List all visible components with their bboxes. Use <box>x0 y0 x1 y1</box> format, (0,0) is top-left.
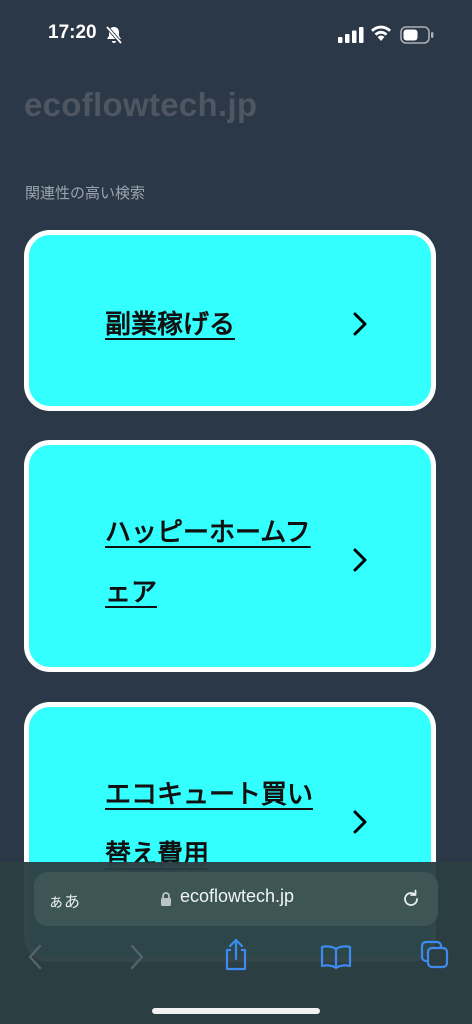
site-title: ecoflowtech.jp <box>24 86 258 123</box>
tabs-icon[interactable] <box>420 940 450 970</box>
battery-icon <box>400 26 434 44</box>
search-result-card[interactable]: ハッピーホームフ ェア <box>24 440 436 672</box>
forward-icon[interactable] <box>128 942 146 972</box>
bookmarks-icon[interactable] <box>320 944 352 970</box>
chevron-right-icon <box>353 548 367 572</box>
lock-icon <box>161 892 171 906</box>
address-bar[interactable]: ぁあ ecoflowtech.jp <box>34 872 438 926</box>
section-label: 関連性の高い検索 <box>25 184 146 202</box>
status-time: 17:20 <box>48 22 97 43</box>
reload-icon[interactable] <box>400 888 422 910</box>
home-indicator <box>152 1008 320 1014</box>
status-bar: 17:20 <box>0 0 472 70</box>
card-link-text[interactable]: ハッピーホームフ ェア <box>105 503 345 623</box>
url-text: ecoflowtech.jp <box>180 886 295 906</box>
chevron-right-icon <box>353 312 367 336</box>
chevron-right-icon <box>353 810 367 834</box>
back-icon[interactable] <box>26 942 44 972</box>
wifi-icon <box>371 25 391 41</box>
bell-slash-icon <box>105 25 123 45</box>
share-icon[interactable] <box>222 938 250 972</box>
search-result-card[interactable]: 副業稼げる <box>24 230 436 411</box>
card-link-text[interactable]: 副業稼げる <box>105 295 345 355</box>
signal-icon <box>338 27 364 43</box>
text-size-button[interactable]: ぁあ <box>48 888 80 912</box>
